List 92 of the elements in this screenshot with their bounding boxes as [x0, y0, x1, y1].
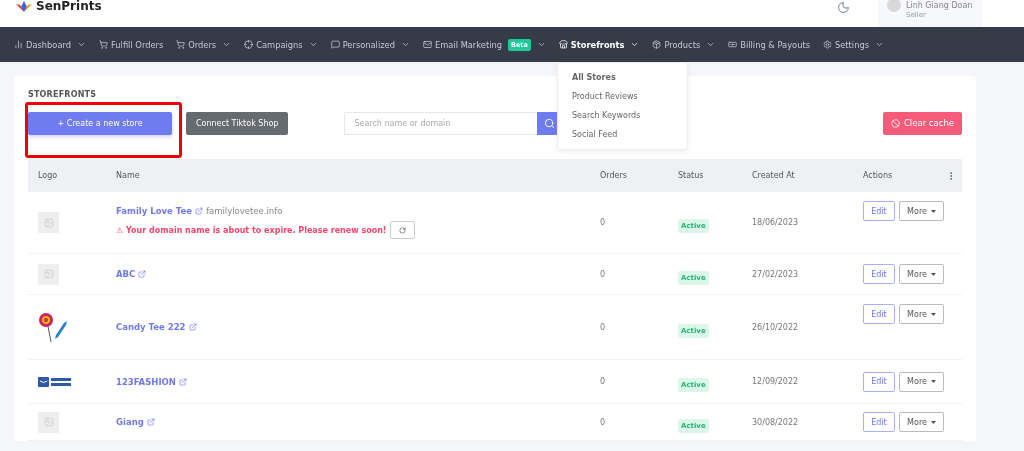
- page-title: STOREFRONTS: [28, 90, 97, 99]
- more-button[interactable]: More: [899, 201, 944, 221]
- orders-count: 0: [600, 417, 607, 427]
- mail-icon: [422, 40, 432, 49]
- user-name: Linh Giang Doan: [906, 1, 973, 11]
- created-date: 26/10/2022: [752, 322, 800, 332]
- external-link-icon[interactable]: [178, 377, 187, 386]
- image-placeholder-icon: [38, 411, 59, 433]
- caret-icon: [930, 209, 936, 213]
- create-store-button[interactable]: + Create a new store: [28, 111, 172, 135]
- created-date: 27/02/2023: [752, 269, 800, 279]
- store-icon: [558, 40, 568, 49]
- created-date: 18/06/2023: [752, 218, 800, 227]
- cart-icon: [176, 40, 186, 49]
- edit-button[interactable]: Edit: [863, 201, 895, 221]
- external-link-icon[interactable]: [146, 418, 155, 426]
- orders-count: 0: [600, 377, 607, 386]
- edit-button[interactable]: Edit: [863, 304, 895, 324]
- nav-item[interactable]: Storefronts: [558, 39, 640, 50]
- more-button[interactable]: More: [899, 264, 944, 284]
- banknote-icon: [728, 40, 738, 49]
- menu-item[interactable]: Product Reviews: [558, 87, 687, 106]
- column-header: Name: [116, 171, 140, 180]
- store-link[interactable]: ABC: [116, 269, 136, 279]
- column-header: Status: [678, 171, 704, 180]
- chevron-icon: [77, 40, 86, 49]
- store-link[interactable]: Giang: [116, 417, 144, 427]
- menu-item[interactable]: Search Keywords: [558, 106, 687, 125]
- refresh-button[interactable]: [389, 221, 415, 239]
- created-date: 30/08/2022: [752, 417, 800, 427]
- caret-icon: [930, 380, 936, 383]
- image-placeholder-icon: [38, 263, 59, 285]
- menu-item[interactable]: All Stores: [558, 68, 687, 87]
- orders-count: 0: [600, 218, 607, 227]
- crosshair-icon: [244, 40, 254, 49]
- search-icon: [543, 117, 555, 129]
- chevron-icon: [630, 40, 640, 49]
- more-button[interactable]: More: [899, 304, 944, 324]
- expiry-warning: ⚠ Your domain name is about to expire. Please renew soon!: [116, 225, 387, 235]
- caret-icon: [930, 312, 936, 316]
- nav-item[interactable]: Products: [652, 39, 716, 50]
- external-link-icon[interactable]: [194, 207, 203, 215]
- cart-icon: [99, 40, 108, 49]
- caret-icon: [930, 420, 936, 424]
- orders-count: 0: [600, 269, 607, 279]
- search-field[interactable]: Search name or domain: [344, 111, 538, 135]
- candy-logo: [38, 311, 68, 343]
- caret-icon: [930, 272, 936, 276]
- nav-item[interactable]: Settings: [822, 39, 884, 50]
- store-link[interactable]: Family Love Tee: [116, 206, 192, 216]
- chevron-icon: [536, 40, 546, 49]
- block-icon: [890, 118, 900, 128]
- column-header: Actions: [863, 171, 893, 180]
- column-header: Logo: [37, 171, 58, 180]
- edit-button[interactable]: Edit: [863, 371, 895, 392]
- nav-item[interactable]: Fulfill Orders: [99, 39, 164, 50]
- chevron-icon: [308, 40, 318, 49]
- menu-item[interactable]: Social Feed: [558, 125, 687, 144]
- chevron-icon: [875, 40, 884, 49]
- chevron-icon: [400, 40, 410, 49]
- store-domain: familylovetee.info: [205, 206, 283, 216]
- edit-button[interactable]: Edit: [863, 264, 895, 284]
- more-button[interactable]: More: [899, 371, 944, 392]
- avatar-icon: [887, 0, 901, 12]
- more-button[interactable]: More: [899, 412, 944, 432]
- edit-button[interactable]: Edit: [863, 412, 895, 432]
- external-link-icon[interactable]: [188, 323, 197, 331]
- orders-count: 0: [600, 322, 607, 332]
- nav-item[interactable]: Campaigns: [244, 39, 318, 50]
- message-icon: [330, 40, 340, 49]
- image-placeholder-icon: [38, 212, 59, 233]
- moon-icon[interactable]: [837, 1, 850, 14]
- refresh-icon: [398, 226, 406, 234]
- box-icon: [652, 40, 662, 49]
- nav-item[interactable]: Personalized: [330, 39, 410, 50]
- nav-item[interactable]: Billing & Payouts: [728, 39, 810, 50]
- brand-name: SenPrints: [36, 0, 102, 13]
- column-header: Orders: [600, 171, 627, 180]
- nav-item[interactable]: Orders: [176, 39, 232, 50]
- store-link[interactable]: 123FASHION: [116, 376, 176, 387]
- launch-logo: [38, 375, 72, 388]
- connect-button[interactable]: Connect Tiktok Shop: [186, 111, 289, 135]
- nav-item[interactable]: Dashboard: [14, 39, 86, 50]
- created-date: 12/09/2022: [752, 377, 800, 386]
- chevron-icon: [706, 40, 716, 49]
- lotus-logo-icon: [16, 0, 32, 12]
- bar-chart-icon: [14, 40, 23, 49]
- chevron-icon: [222, 40, 232, 49]
- external-link-icon[interactable]: [138, 270, 147, 278]
- store-link[interactable]: Candy Tee 222: [116, 322, 186, 332]
- settings-icon: [822, 40, 832, 49]
- column-header: Created At: [752, 171, 795, 180]
